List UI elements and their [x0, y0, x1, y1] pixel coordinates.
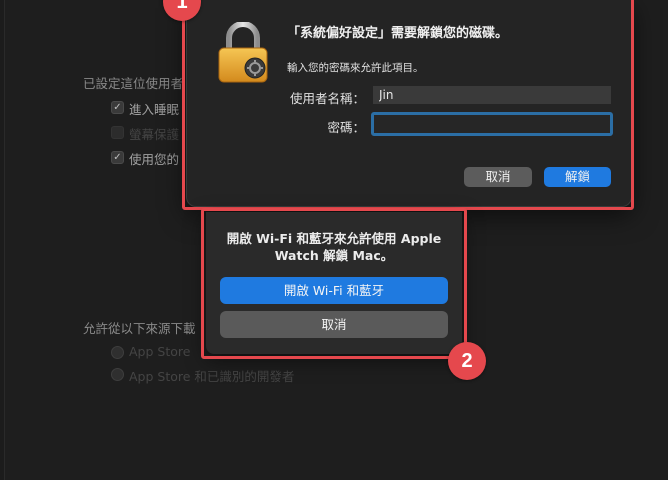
annotation-highlight-2: [201, 208, 467, 359]
app-store-radio-label: App Store: [129, 344, 191, 359]
firewall-section-heading: 已設定這位使用者: [83, 76, 184, 91]
apple-watch-checkbox[interactable]: ✓: [111, 151, 124, 164]
apple-watch-checkbox-label: 使用您的: [129, 152, 180, 167]
annotation-badge-2: 2: [448, 342, 486, 380]
app-store-identified-radio-label: App Store 和已識別的開發者: [129, 369, 295, 384]
download-source-heading: 允許從以下來源下載: [83, 321, 196, 336]
screensaver-checkbox-label: 螢幕保護: [129, 127, 180, 142]
annotation-highlight-1: [182, 0, 634, 210]
sleep-checkbox[interactable]: ✓: [111, 101, 124, 114]
app-store-identified-radio[interactable]: [111, 368, 124, 381]
sleep-checkbox-label: 進入睡眠: [129, 102, 180, 117]
screensaver-checkbox[interactable]: [111, 126, 124, 139]
app-store-radio[interactable]: [111, 346, 124, 359]
